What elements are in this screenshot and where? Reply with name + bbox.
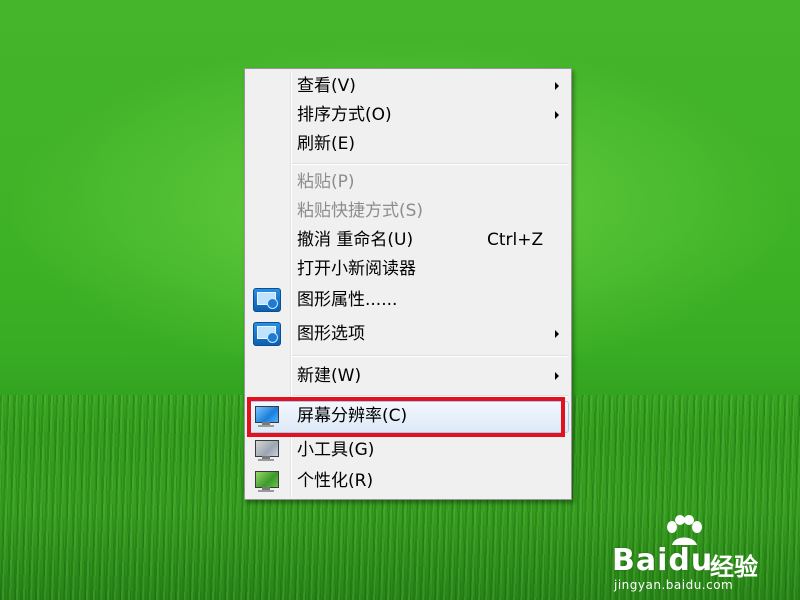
menu-item-paste[interactable]: 粘贴(P): [247, 169, 569, 195]
menu-item-paste-shortcut[interactable]: 粘贴快捷方式(S): [247, 198, 569, 224]
submenu-arrow-icon: [555, 372, 559, 380]
menu-item-new[interactable]: 新建(W): [247, 363, 569, 389]
menu-item-label: 撤消 重命名(U): [297, 230, 414, 250]
menu-item-gadgets[interactable]: 小工具(G): [247, 437, 569, 463]
submenu-arrow-icon: [555, 111, 559, 119]
menu-item-label: 图形选项: [297, 324, 365, 344]
highlight-annotation-box: [247, 397, 565, 437]
menu-item-refresh[interactable]: 刷新(E): [247, 131, 569, 157]
menu-item-shortcut: Ctrl+Z: [487, 230, 544, 250]
menu-item-label: 图形属性......: [297, 290, 398, 310]
watermark-brand-latin: Baidu: [612, 543, 714, 578]
personalize-icon: [253, 470, 281, 494]
baidu-jingyan-watermark: Baidu 经验 jingyan.baidu.com: [612, 515, 792, 592]
menu-item-view[interactable]: 查看(V): [247, 73, 569, 99]
menu-item-label: 打开小新阅读器: [297, 259, 416, 279]
menu-item-undo-rename[interactable]: 撤消 重命名(U) Ctrl+Z: [247, 227, 569, 253]
menu-item-label: 新建(W): [297, 366, 362, 386]
menu-item-open-reader[interactable]: 打开小新阅读器: [247, 256, 569, 282]
menu-item-graphics-properties[interactable]: 图形属性......: [247, 287, 569, 313]
menu-item-label: 刷新(E): [297, 134, 356, 154]
menu-item-label: 查看(V): [297, 76, 356, 96]
menu-separator: [292, 355, 568, 357]
menu-item-label: 小工具(G): [297, 440, 375, 460]
menu-item-personalize[interactable]: 个性化(R): [247, 468, 569, 494]
submenu-arrow-icon: [555, 82, 559, 90]
menu-item-label: 粘贴(P): [297, 172, 355, 192]
submenu-arrow-icon: [555, 330, 559, 338]
watermark-brand-cn: 经验: [710, 553, 758, 581]
watermark-url: jingyan.baidu.com: [614, 578, 734, 592]
menu-item-label: 排序方式(O): [297, 105, 392, 125]
menu-item-label: 粘贴快捷方式(S): [297, 201, 424, 221]
intel-graphics-icon: [253, 322, 281, 346]
intel-graphics-icon: [253, 288, 281, 312]
menu-item-label: 个性化(R): [297, 471, 374, 491]
menu-item-sort-by[interactable]: 排序方式(O): [247, 102, 569, 128]
gadgets-icon: [253, 439, 281, 463]
menu-separator: [292, 163, 568, 165]
menu-item-graphics-options[interactable]: 图形选项: [247, 321, 569, 347]
